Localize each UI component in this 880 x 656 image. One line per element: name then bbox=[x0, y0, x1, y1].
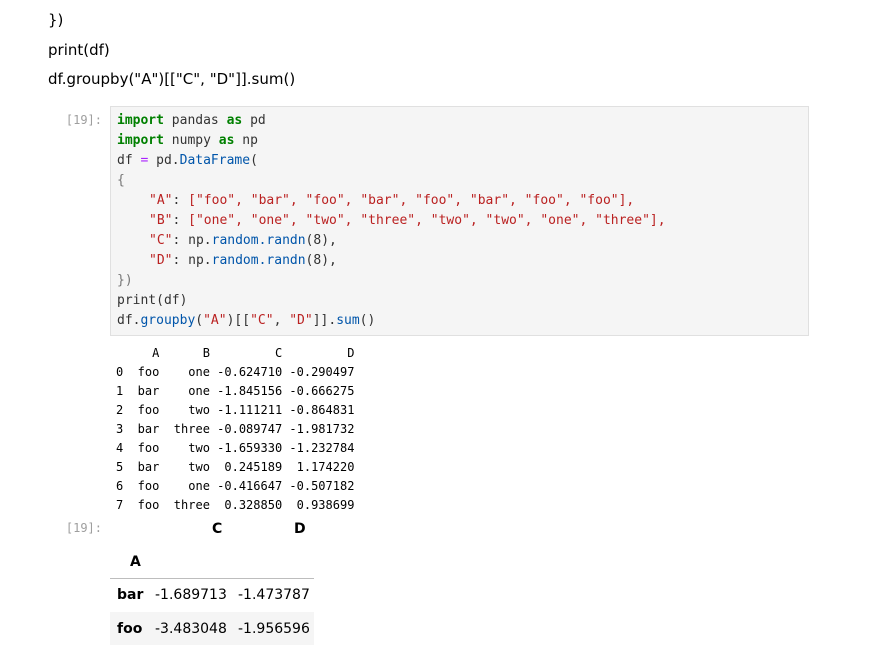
code-token: "A" bbox=[203, 313, 227, 328]
markdown-line: print(df) bbox=[48, 41, 110, 59]
code-token: np bbox=[234, 133, 258, 148]
code-line: df.groupby("A")[["C", "D"]].sum() bbox=[117, 311, 375, 331]
code-token: : bbox=[172, 213, 189, 228]
code-token: pd bbox=[242, 113, 266, 128]
code-token: import bbox=[117, 133, 164, 148]
code-line: "D": np.random.randn(8), bbox=[149, 251, 337, 271]
code-token: random.randn bbox=[211, 253, 306, 268]
output-row: 6 foo one -0.416647 -0.507182 bbox=[116, 479, 355, 493]
table-cell: -1.473787 bbox=[238, 587, 310, 603]
code-line: "A": ["foo", "bar", "foo", "bar", "foo",… bbox=[149, 191, 634, 211]
code-cell-editor[interactable]: import pandas as pd import numpy as np d… bbox=[110, 106, 809, 336]
markdown-line: df.groupby("A")[["C", "D"]].sum() bbox=[48, 70, 296, 88]
code-token: , bbox=[273, 313, 290, 328]
code-line: print(df) bbox=[117, 293, 188, 308]
code-token: import bbox=[117, 113, 164, 128]
code-token: : np. bbox=[172, 233, 212, 248]
output-prompt: [19]: bbox=[65, 521, 102, 535]
code-line: "C": np.random.randn(8), bbox=[149, 231, 337, 251]
code-token: as bbox=[226, 113, 243, 128]
column-header-d: D bbox=[294, 521, 306, 537]
code-token: (8), bbox=[305, 253, 337, 268]
table-cell: -3.483048 bbox=[155, 621, 227, 637]
code-line: import numpy as np bbox=[117, 131, 258, 151]
code-token: "C" bbox=[149, 233, 173, 248]
table-cell: -1.956596 bbox=[238, 621, 310, 637]
code-token: "D" bbox=[149, 253, 173, 268]
code-token: pd. bbox=[148, 153, 180, 168]
row-index: bar bbox=[117, 587, 144, 603]
column-header-c: C bbox=[212, 521, 223, 537]
code-token: : np. bbox=[172, 253, 212, 268]
code-line: }) bbox=[117, 273, 133, 288]
code-token: "B" bbox=[149, 213, 173, 228]
code-token: df. bbox=[117, 313, 141, 328]
code-token: )[[ bbox=[226, 313, 251, 328]
output-row: 0 foo one -0.624710 -0.290497 bbox=[116, 365, 355, 379]
code-token: sum bbox=[336, 313, 360, 328]
code-token: "D" bbox=[289, 313, 313, 328]
row-index: foo bbox=[117, 621, 143, 637]
code-token: : bbox=[172, 193, 189, 208]
code-token: ( bbox=[250, 153, 258, 168]
index-name: A bbox=[130, 554, 141, 570]
header-divider bbox=[110, 578, 314, 579]
code-line: "B": ["one", "one", "two", "three", "two… bbox=[149, 211, 666, 231]
output-row: 1 bar one -1.845156 -0.666275 bbox=[116, 384, 355, 398]
output-header: A B C D bbox=[116, 346, 355, 360]
code-token: pandas bbox=[163, 113, 227, 128]
output-row: 7 foo three 0.328850 0.938699 bbox=[116, 498, 355, 512]
output-row: 3 bar three -0.089747 -1.981732 bbox=[116, 422, 355, 436]
code-token: ]]. bbox=[312, 313, 337, 328]
code-token: () bbox=[359, 313, 376, 328]
code-line: df = pd.DataFrame( bbox=[117, 151, 258, 171]
code-token: ["foo", "bar", "foo", "bar", "foo", "bar… bbox=[188, 193, 635, 208]
code-line: { bbox=[117, 173, 125, 188]
code-token: random.randn bbox=[211, 233, 306, 248]
code-token: DataFrame bbox=[179, 153, 251, 168]
code-token: numpy bbox=[163, 133, 219, 148]
table-cell: -1.689713 bbox=[155, 587, 227, 603]
code-token: df bbox=[117, 153, 141, 168]
code-token: groupby bbox=[140, 313, 196, 328]
output-row: 4 foo two -1.659330 -1.232784 bbox=[116, 441, 355, 455]
code-token: "A" bbox=[149, 193, 173, 208]
code-token: "C" bbox=[250, 313, 274, 328]
code-token: as bbox=[218, 133, 235, 148]
code-token: ( bbox=[195, 313, 204, 328]
output-row: 5 bar two 0.245189 1.174220 bbox=[116, 460, 355, 474]
code-line: import pandas as pd bbox=[117, 111, 266, 131]
input-prompt: [19]: bbox=[65, 113, 102, 127]
code-token: ["one", "one", "two", "three", "two", "t… bbox=[188, 213, 666, 228]
markdown-line: }) bbox=[48, 11, 64, 29]
output-row: 2 foo two -1.111211 -0.864831 bbox=[116, 403, 355, 417]
code-token: (8), bbox=[305, 233, 337, 248]
